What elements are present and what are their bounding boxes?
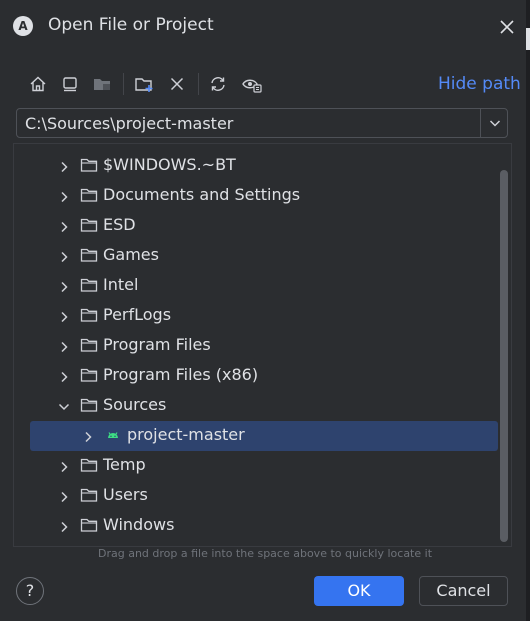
tree-item-folder[interactable]: ESD: [14, 211, 498, 241]
tree-item-folder[interactable]: Program Files: [14, 331, 498, 361]
tree-item-folder[interactable]: PerfLogs: [14, 301, 498, 331]
tree-item-label: PerfLogs: [103, 305, 172, 324]
dialog-title: Open File or Project: [48, 15, 214, 35]
tree-item-folder[interactable]: Sources: [14, 391, 498, 421]
tree-item-label: Games: [103, 245, 159, 264]
show-hidden-icon[interactable]: [238, 70, 266, 98]
tree-item-folder[interactable]: Windows: [14, 511, 498, 541]
tree-item-label: Users: [103, 485, 148, 504]
tree-item-label: $WINDOWS.~BT: [103, 155, 236, 174]
folder-icon: [80, 337, 98, 353]
folder-icon: [80, 157, 98, 173]
chevron-right-icon[interactable]: [57, 309, 71, 323]
chevron-right-icon[interactable]: [57, 159, 71, 173]
title-bar: A Open File or Project: [0, 0, 530, 52]
tree-item-label: Temp: [103, 455, 146, 474]
folder-icon: [80, 307, 98, 323]
folder-icon: [80, 187, 98, 203]
chevron-right-icon[interactable]: [57, 219, 71, 233]
tree-item-label: Program Files (x86): [103, 365, 259, 384]
help-button[interactable]: ?: [16, 577, 44, 605]
chevron-down-icon[interactable]: [57, 399, 71, 413]
delete-icon[interactable]: [163, 70, 191, 98]
new-folder-icon[interactable]: [130, 70, 158, 98]
path-field[interactable]: [16, 108, 508, 138]
tree-item-label: Windows: [103, 515, 175, 534]
chevron-down-icon[interactable]: [481, 109, 508, 137]
chevron-right-icon[interactable]: [57, 459, 71, 473]
tree-item-label: ESD: [103, 215, 136, 234]
folder-icon: [80, 247, 98, 263]
folder-icon: [80, 517, 98, 533]
folder-icon: [80, 217, 98, 233]
tree-item-folder[interactable]: Intel: [14, 271, 498, 301]
folder-icon: [80, 397, 98, 413]
folder-icon: [80, 457, 98, 473]
chevron-right-icon[interactable]: [57, 519, 71, 533]
chevron-right-icon[interactable]: [57, 189, 71, 203]
tree-item-label: Program Files: [103, 335, 211, 354]
home-icon[interactable]: [24, 70, 52, 98]
folder-icon: [80, 487, 98, 503]
chevron-right-icon[interactable]: [57, 489, 71, 503]
tree-item-folder[interactable]: Temp: [14, 451, 498, 481]
tree-item-label: Intel: [103, 275, 139, 294]
cancel-button[interactable]: Cancel: [419, 576, 508, 606]
drag-drop-hint: Drag and drop a file into the space abov…: [97, 547, 433, 560]
tree-item-label: project-master: [127, 425, 245, 444]
tree-item-project[interactable]: project-master: [30, 421, 498, 451]
tree-item-folder[interactable]: Users: [14, 481, 498, 511]
close-icon[interactable]: [496, 16, 518, 38]
chevron-right-icon[interactable]: [57, 339, 71, 353]
folder-icon: [80, 277, 98, 293]
chevron-right-icon[interactable]: [57, 369, 71, 383]
scrollbar[interactable]: [500, 170, 508, 542]
chevron-right-icon[interactable]: [57, 279, 71, 293]
desktop-icon[interactable]: [56, 70, 84, 98]
android-icon: [104, 427, 122, 443]
tree-item-label: Sources: [103, 395, 167, 414]
refresh-icon[interactable]: [204, 70, 232, 98]
tree-item-folder[interactable]: Documents and Settings: [14, 181, 498, 211]
app-logo: A: [13, 16, 33, 36]
file-tree[interactable]: $WINDOWS.~BT Documents and Settings ESD Gam…: [13, 143, 512, 547]
hide-path-link[interactable]: Hide path: [438, 74, 521, 94]
window-edge: [526, 0, 530, 621]
tree-item-folder[interactable]: Program Files (x86): [14, 361, 498, 391]
folder-icon: [80, 367, 98, 383]
path-input[interactable]: [25, 109, 465, 137]
ok-button[interactable]: OK: [314, 576, 404, 606]
chevron-right-icon[interactable]: [57, 249, 71, 263]
tree-item-folder[interactable]: $WINDOWS.~BT: [14, 151, 498, 181]
project-folder-icon: [88, 70, 116, 98]
tree-item-folder[interactable]: Games: [14, 241, 498, 271]
chevron-right-icon[interactable]: [81, 429, 95, 443]
tree-item-label: Documents and Settings: [103, 185, 301, 204]
